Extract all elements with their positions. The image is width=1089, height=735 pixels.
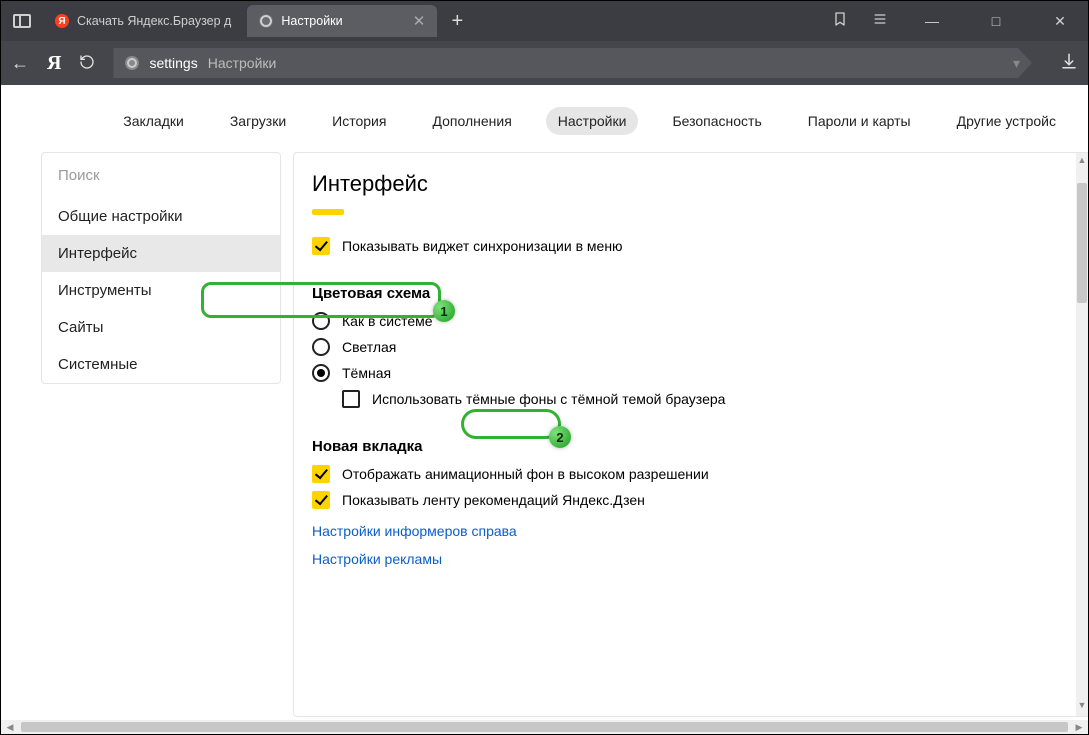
new-tab-button[interactable]: + bbox=[445, 9, 469, 33]
page-title: Интерфейс bbox=[312, 171, 1076, 197]
radio-selected-icon[interactable] bbox=[312, 364, 330, 382]
settings-top-tabs: Закладки Загрузки История Дополнения Нас… bbox=[1, 85, 1088, 152]
tab-settings[interactable]: Настройки bbox=[546, 107, 639, 135]
bookmark-ribbon-icon[interactable] bbox=[832, 11, 848, 32]
menu-icon[interactable] bbox=[872, 11, 888, 32]
checkbox-checked-icon[interactable] bbox=[312, 465, 330, 483]
address-key: settings bbox=[149, 55, 197, 71]
back-button[interactable]: ← bbox=[11, 53, 29, 74]
new-tab-header: Новая вкладка bbox=[312, 438, 1076, 455]
tab-addons[interactable]: Дополнения bbox=[420, 107, 523, 135]
yandex-favicon-icon: Я bbox=[55, 14, 69, 28]
window-close-button[interactable]: ✕ bbox=[1040, 1, 1080, 41]
scroll-down-icon[interactable]: ▼ bbox=[1076, 700, 1088, 714]
scroll-left-icon[interactable]: ◀ bbox=[3, 720, 17, 734]
tab-title: Скачать Яндекс.Браузер д bbox=[77, 14, 231, 28]
reload-button[interactable] bbox=[79, 54, 95, 73]
color-scheme-header: Цветовая схема bbox=[312, 285, 1076, 302]
checkbox-checked-icon[interactable] bbox=[312, 491, 330, 509]
window-maximize-button[interactable]: □ bbox=[976, 1, 1016, 41]
horizontal-scrollbar[interactable]: ◀ ▶ bbox=[1, 720, 1088, 734]
color-option-system[interactable]: Как в системе bbox=[312, 312, 1076, 330]
sidebar-item-sites[interactable]: Сайты bbox=[42, 309, 280, 346]
option-label: Отображать анимационный фон в высоком ра… bbox=[342, 466, 709, 482]
radio-label: Как в системе bbox=[342, 313, 433, 329]
color-option-dark[interactable]: Тёмная bbox=[312, 364, 1076, 382]
checkbox-unchecked-icon[interactable] bbox=[342, 390, 360, 408]
tab-security[interactable]: Безопасность bbox=[660, 107, 773, 135]
scroll-up-icon[interactable]: ▲ bbox=[1076, 155, 1088, 169]
tab-history[interactable]: История bbox=[320, 107, 398, 135]
settings-sidebar: Поиск Общие настройки Интерфейс Инструме… bbox=[41, 152, 281, 384]
link-ads[interactable]: Настройки рекламы bbox=[312, 551, 442, 567]
settings-search-input[interactable]: Поиск bbox=[42, 153, 280, 198]
window-minimize-button[interactable]: — bbox=[912, 1, 952, 41]
color-option-light[interactable]: Светлая bbox=[312, 338, 1076, 356]
browser-tab[interactable]: Я Скачать Яндекс.Браузер д bbox=[43, 5, 243, 37]
tab-passwords[interactable]: Пароли и карты bbox=[796, 107, 923, 135]
vertical-scrollbar[interactable]: ▲ ▼ bbox=[1076, 153, 1088, 716]
browser-tab-bar: Я Скачать Яндекс.Браузер д Настройки ✕ +… bbox=[1, 1, 1088, 41]
sync-widget-label: Показывать виджет синхронизации в меню bbox=[342, 238, 623, 254]
browser-tab[interactable]: Настройки ✕ bbox=[247, 5, 437, 37]
link-informers[interactable]: Настройки информеров справа bbox=[312, 523, 517, 539]
checkbox-checked-icon[interactable] bbox=[312, 237, 330, 255]
scroll-thumb[interactable] bbox=[21, 722, 1068, 732]
yandex-logo-icon[interactable]: Я bbox=[47, 52, 61, 75]
site-identity-icon bbox=[125, 56, 139, 70]
address-title: Настройки bbox=[208, 55, 277, 71]
bookmark-flag-icon[interactable]: ▾ bbox=[1013, 55, 1020, 72]
radio-unselected-icon[interactable] bbox=[312, 338, 330, 356]
settings-main-panel: Интерфейс Показывать виджет синхронизаци… bbox=[293, 152, 1088, 717]
radio-label: Светлая bbox=[342, 339, 396, 355]
close-tab-icon[interactable]: ✕ bbox=[413, 12, 426, 30]
scroll-right-icon[interactable]: ▶ bbox=[1072, 720, 1086, 734]
sidebar-item-interface[interactable]: Интерфейс bbox=[42, 235, 280, 272]
radio-label: Тёмная bbox=[342, 365, 391, 381]
new-tab-animated-option[interactable]: Отображать анимационный фон в высоком ра… bbox=[312, 465, 1076, 483]
browser-nav-bar: ← Я settings Настройки ▾ bbox=[1, 41, 1088, 85]
gear-favicon-icon bbox=[259, 14, 273, 28]
tab-bookmarks[interactable]: Закладки bbox=[111, 107, 196, 135]
dark-bg-option[interactable]: Использовать тёмные фоны с тёмной темой … bbox=[342, 390, 1076, 408]
panels-toggle-icon[interactable] bbox=[13, 14, 31, 28]
sidebar-item-system[interactable]: Системные bbox=[42, 346, 280, 383]
sidebar-item-tools[interactable]: Инструменты bbox=[42, 272, 280, 309]
tab-devices[interactable]: Другие устройс bbox=[945, 107, 1068, 135]
accent-strip bbox=[312, 209, 344, 215]
search-placeholder-text: Поиск bbox=[58, 167, 100, 184]
sidebar-item-general[interactable]: Общие настройки bbox=[42, 198, 280, 235]
dark-bg-label: Использовать тёмные фоны с тёмной темой … bbox=[372, 391, 725, 407]
radio-unselected-icon[interactable] bbox=[312, 312, 330, 330]
sync-widget-option[interactable]: Показывать виджет синхронизации в меню bbox=[312, 237, 1076, 255]
tab-title: Настройки bbox=[281, 14, 342, 28]
option-label: Показывать ленту рекомендаций Яндекс.Дзе… bbox=[342, 492, 645, 508]
address-bar[interactable]: settings Настройки ▾ bbox=[113, 48, 1032, 78]
new-tab-zen-option[interactable]: Показывать ленту рекомендаций Яндекс.Дзе… bbox=[312, 491, 1076, 509]
scroll-thumb[interactable] bbox=[1077, 183, 1087, 303]
downloads-button[interactable] bbox=[1060, 52, 1078, 75]
settings-page: Закладки Загрузки История Дополнения Нас… bbox=[1, 85, 1088, 720]
tab-downloads[interactable]: Загрузки bbox=[218, 107, 298, 135]
